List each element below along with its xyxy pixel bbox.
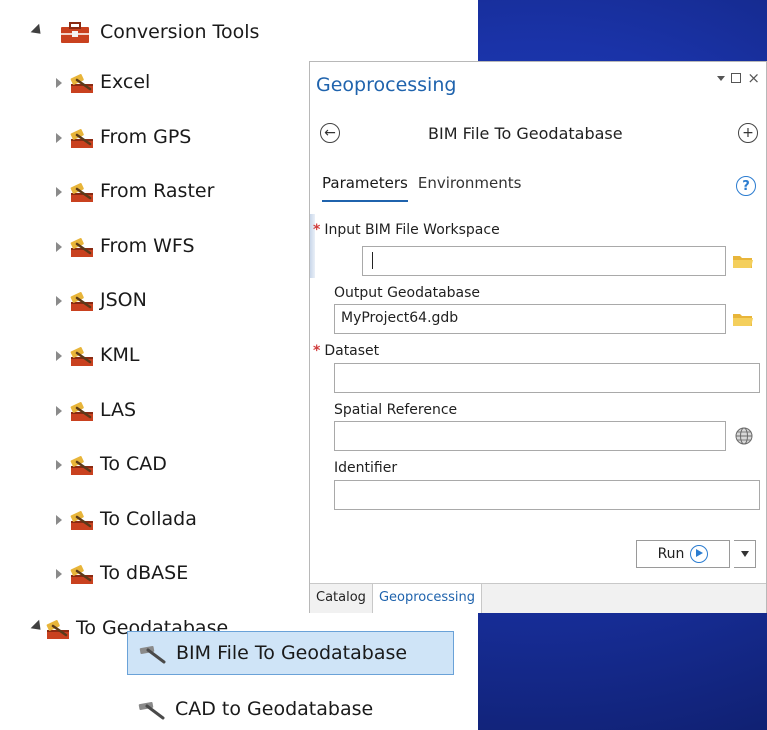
input-bim-field[interactable] (362, 246, 726, 276)
tree-item-label: To dBASE (100, 562, 189, 584)
tree-item-label: To CAD (100, 453, 167, 475)
dataset-label: * Dataset (313, 343, 379, 359)
collapsed-chevron-icon[interactable] (52, 240, 66, 254)
hammer-toolset-icon (70, 183, 93, 202)
spatial-reference-field[interactable] (334, 421, 726, 451)
tab-catalog[interactable]: Catalog (310, 584, 372, 613)
run-button[interactable]: Run (636, 540, 730, 568)
pane-header: Geoprocessing × (310, 62, 766, 106)
tree-item-label: BIM File To Geodatabase (176, 642, 408, 664)
tab-parameters[interactable]: Parameters (322, 174, 408, 202)
geoprocessing-pane: Geoprocessing × ← BIM File To Geodatabas… (309, 61, 767, 613)
maximize-icon[interactable] (731, 73, 742, 83)
close-icon[interactable]: × (747, 71, 760, 86)
tree-item-bim-file-to-geodatabase[interactable]: BIM File To Geodatabase (127, 631, 454, 675)
pane-tabs: Parameters Environments (322, 174, 521, 202)
folder-icon[interactable] (732, 253, 754, 269)
dataset-label-text: Dataset (324, 343, 380, 359)
tree-item-label: To Collada (100, 508, 197, 530)
spatial-reference-label: Spatial Reference (334, 402, 458, 418)
run-label: Run (657, 546, 685, 562)
globe-icon[interactable] (735, 427, 753, 445)
pane-options-dropdown-icon[interactable] (717, 75, 726, 81)
tool-title: BIM File To Geodatabase (428, 124, 623, 143)
hammer-toolset-icon (70, 402, 93, 421)
tree-item-label: CAD to Geodatabase (175, 698, 374, 720)
collapsed-chevron-icon[interactable] (52, 131, 66, 145)
add-icon[interactable]: + (738, 123, 758, 143)
dock-tabs: Catalog Geoprocessing (310, 583, 766, 613)
tree-item-label: From WFS (100, 235, 195, 257)
dataset-field[interactable] (334, 363, 760, 393)
tree-item-label: LAS (100, 399, 137, 421)
collapsed-chevron-icon[interactable] (52, 349, 66, 363)
text-cursor (372, 252, 373, 269)
identifier-field[interactable] (334, 480, 760, 510)
tab-geoprocessing[interactable]: Geoprocessing (371, 584, 483, 613)
tree-item-cad-to-geodatabase[interactable]: CAD to Geodatabase (127, 690, 454, 730)
collapsed-chevron-icon[interactable] (52, 567, 66, 581)
collapsed-chevron-icon[interactable] (52, 294, 66, 308)
output-gdb-field[interactable]: MyProject64.gdb (334, 304, 726, 334)
hammer-toolset-icon (70, 347, 93, 366)
back-arrow-icon[interactable]: ← (320, 123, 340, 143)
tree-item-label: From Raster (100, 180, 215, 202)
play-icon (690, 545, 709, 563)
tree-item-label: JSON (100, 289, 147, 311)
tree-item-label: Conversion Tools (100, 21, 260, 43)
collapsed-chevron-icon[interactable] (52, 458, 66, 472)
output-gdb-label: Output Geodatabase (334, 285, 481, 301)
tree-item-label: Excel (100, 71, 151, 93)
hammer-toolset-icon (70, 292, 93, 311)
collapsed-chevron-icon[interactable] (52, 76, 66, 90)
required-icon: * (313, 222, 321, 238)
identifier-label: Identifier (334, 460, 398, 476)
hammer-toolset-icon (70, 238, 93, 257)
hammer-icon (139, 645, 166, 664)
hammer-toolset-icon (70, 456, 93, 475)
run-options-dropdown[interactable] (734, 540, 756, 568)
input-bim-label-text: Input BIM File Workspace (324, 222, 500, 238)
hammer-toolset-icon (70, 129, 93, 148)
hammer-icon (138, 701, 165, 720)
expanded-chevron-icon[interactable] (30, 23, 45, 40)
chevron-down-icon (740, 551, 749, 557)
input-bim-label: * Input BIM File Workspace (313, 222, 500, 238)
tree-item-label: From GPS (100, 126, 192, 148)
hammer-toolset-icon (70, 511, 93, 530)
tab-environments[interactable]: Environments (418, 174, 522, 202)
collapsed-chevron-icon[interactable] (52, 513, 66, 527)
collapsed-chevron-icon[interactable] (52, 185, 66, 199)
run-button-group: Run (636, 540, 756, 568)
expanded-chevron-icon[interactable] (30, 619, 45, 636)
tree-item-label: KML (100, 344, 140, 366)
collapsed-chevron-icon[interactable] (52, 404, 66, 418)
hammer-toolset-icon (46, 620, 69, 639)
folder-icon[interactable] (732, 311, 754, 327)
pane-title: Geoprocessing (316, 74, 457, 96)
help-icon[interactable]: ? (736, 176, 756, 196)
required-icon: * (313, 343, 321, 359)
pane-window-controls: × (717, 71, 760, 86)
tool-header: ← BIM File To Geodatabase + (310, 116, 766, 152)
toolbox-icon (61, 22, 89, 43)
hammer-toolset-icon (70, 565, 93, 584)
hammer-toolset-icon (70, 74, 93, 93)
